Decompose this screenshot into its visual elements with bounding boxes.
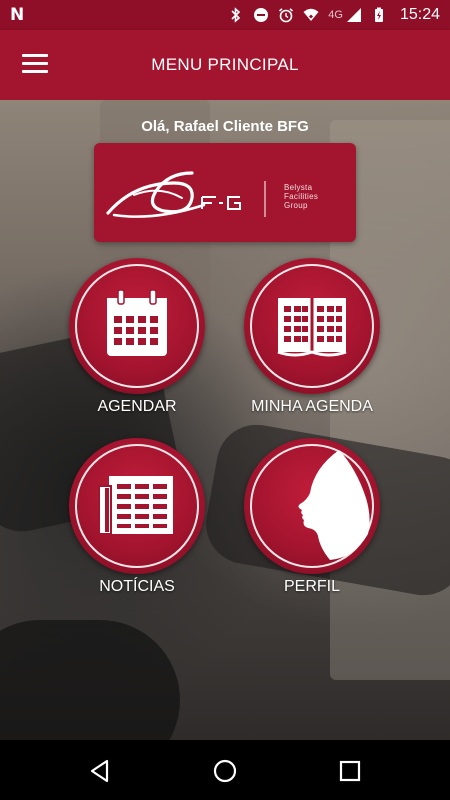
alarm-icon (279, 8, 294, 23)
n-notification-icon: N (10, 5, 25, 25)
greeting-text: Olá, Rafael Cliente BFG (141, 118, 309, 135)
page-title: MENU PRINCIPAL (151, 55, 299, 74)
back-icon[interactable] (87, 758, 113, 784)
brand-logo: Belysta Facilities Group (94, 143, 356, 242)
bluetooth-icon (231, 7, 241, 23)
home-icon[interactable] (212, 758, 238, 784)
cell-signal-icon (346, 8, 361, 22)
do-not-disturb-icon (254, 8, 269, 22)
wifi-icon (303, 8, 319, 21)
newspaper-icon (98, 476, 173, 535)
logo-tagline-line: Group (284, 201, 308, 210)
app-bar: MENU PRINCIPAL (0, 30, 450, 100)
status-bar: N 4G 15:24 (0, 0, 450, 30)
system-navigation-bar (0, 740, 450, 800)
recents-icon[interactable] (337, 758, 363, 784)
tile-circle[interactable] (69, 438, 205, 574)
profile-silhouette-icon (298, 450, 370, 560)
tile-label[interactable]: MINHA AGENDA (212, 398, 412, 416)
tile-label[interactable]: PERFIL (212, 578, 412, 596)
main-content: Olá, Rafael Cliente BFG Belysta Faciliti… (0, 100, 450, 740)
logo-tagline-line: Belysta (284, 183, 313, 192)
background-photo-shape (0, 620, 180, 740)
logo-tagline: Belysta Facilities Group (284, 183, 318, 210)
tile-circle[interactable] (244, 438, 380, 574)
battery-charging-icon (374, 7, 383, 22)
logo-tagline-line: Facilities (284, 192, 319, 201)
network-type-label: 4G (328, 9, 343, 21)
clock: 15:24 (399, 6, 440, 23)
tile-circle[interactable] (244, 258, 380, 394)
tile-circle[interactable] (69, 258, 205, 394)
open-agenda-book-icon (277, 298, 347, 357)
tile-label[interactable]: NOTÍCIAS (37, 578, 237, 596)
calendar-icon (107, 289, 167, 356)
hamburger-menu-icon[interactable] (22, 54, 48, 74)
tile-label[interactable]: AGENDAR (37, 398, 237, 416)
